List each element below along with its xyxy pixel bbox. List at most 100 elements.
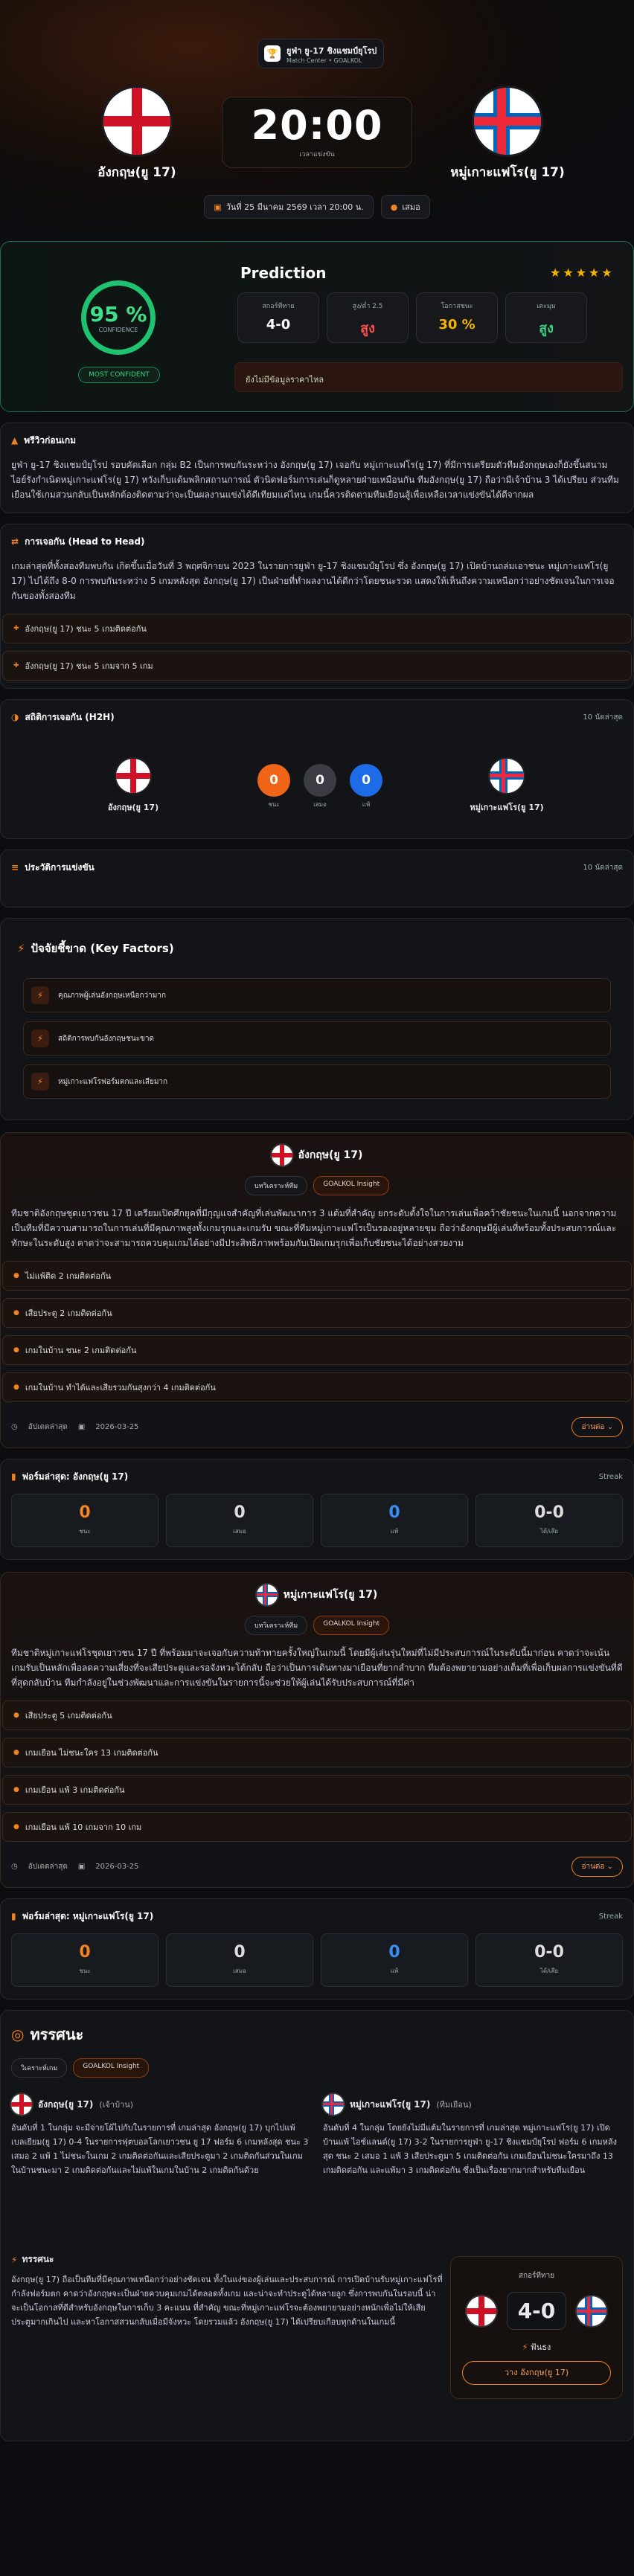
away-insight-item[interactable]: ● เกมเยือน แพ้ 10 เกมจาก 10 เกม bbox=[2, 1812, 632, 1842]
insight-item-label: เกมเยือน ไม่ชนะใคร 13 เกมติดต่อกัน bbox=[25, 1748, 158, 1758]
bullet-icon: ● bbox=[13, 1272, 19, 1279]
away-insight-section: หมู่เกาะแฟโร(ยู 17) บทวิเคราะห์ทีม GOALKO… bbox=[0, 1572, 634, 1888]
history-section[interactable]: ≡ ประวัติการแข่งขัน 10 นัดล่าสุด bbox=[0, 849, 634, 908]
home-insight-item[interactable]: ● เกมในบ้าน ชนะ 2 เกมติดต่อกัน bbox=[2, 1335, 632, 1365]
prediction-title: Prediction bbox=[240, 264, 327, 282]
h2h-note-title: การเจอกัน (Head to Head) bbox=[25, 536, 145, 547]
box-value: สูง bbox=[539, 321, 554, 336]
win-chance-box: โอกาสชนะ 30 % bbox=[416, 292, 498, 343]
form-label: แพ้ bbox=[390, 1968, 399, 1974]
form-label: แพ้ bbox=[390, 1528, 399, 1535]
faroe-flag-icon bbox=[256, 1584, 278, 1605]
box-value: 30 % bbox=[438, 317, 476, 333]
home-analysis: อังกฤษ(ยู 17) (เจ้าบ้าน) อันดับที่ 1 ในกล… bbox=[11, 2094, 311, 2177]
form-value: 0 bbox=[234, 1503, 246, 1522]
key-factors-title: ปัจจัยชี้ขาด (Key Factors) bbox=[31, 942, 174, 955]
key-factors-section: ⚡ ปัจจัยชี้ขาด (Key Factors) ⚡ คุณภาพผู้เล… bbox=[0, 918, 634, 1120]
insight-item-label: เกมในบ้าน ทำได้และเสียรวมกันสุงกว่า 4 เก… bbox=[25, 1383, 216, 1393]
calendar-icon: ▣ bbox=[214, 202, 222, 212]
read-more-button[interactable]: อ่านต่อ ⌄ bbox=[571, 1857, 623, 1877]
bullet-icon: ● bbox=[13, 1712, 19, 1719]
form-label: เสมอ bbox=[233, 1528, 246, 1535]
place-bet-label: วาง อังกฤษ(ยู 17) bbox=[504, 2368, 569, 2377]
form-value: 0 bbox=[388, 1503, 400, 1522]
bullet-icon: ✚ bbox=[13, 625, 19, 632]
away-insight-team: หมู่เกาะแฟโร(ยู 17) bbox=[283, 1589, 378, 1601]
home-insight-team: อังกฤษ(ยู 17) bbox=[298, 1149, 363, 1161]
form-wins: 0 ชนะ bbox=[11, 1494, 158, 1547]
prediction-boxes: สกอร์ทีทาย 4-0 สูง/ต่ำ 2.5 สูง โอกาสชนะ 30 … bbox=[237, 292, 587, 343]
form-losses: 0 แพ้ bbox=[321, 1933, 468, 1987]
insight-item-label: เกมในบ้าน ชนะ 2 เกมติดต่อกัน bbox=[25, 1346, 137, 1355]
league-badge[interactable]: 🏆 ยูฟ่า ยู-17 ชิงแชมป์ยุโรป Match Center… bbox=[257, 39, 384, 68]
league-sub: Match Center • GOALKOL bbox=[286, 57, 362, 64]
kickoff-label: เวลาแข่งขัน bbox=[299, 151, 335, 158]
h2h-stats-section: ◑ สถิติการเจอกัน (H2H) 10 นัดล่าสุด อังกฤษ… bbox=[0, 699, 634, 839]
kickoff-time: 20:00 bbox=[251, 102, 383, 149]
away-analysis-text: อันดับที่ 4 ในกลุ่ม โดยยังไม่มีแต้มในราย… bbox=[323, 2123, 618, 2175]
preview-text: ยูฟ่า ยู-17 ชิงแชมป์ยุโรป รอบคัดเลือก กล… bbox=[11, 460, 619, 500]
form-value: 0 bbox=[79, 1503, 91, 1522]
insight-item-label: เกมเยือน แพ้ 10 เกมจาก 10 เกม bbox=[25, 1822, 142, 1832]
form-goals: 0-0 ได้/เสีย bbox=[476, 1933, 623, 1987]
history-title: ประวัติการแข่งขัน bbox=[25, 861, 95, 873]
odds-note: ยังไม่มีข้อมูลราคาไหล bbox=[234, 362, 623, 392]
h2h-title: สถิติการเจอกัน (H2H) bbox=[25, 711, 115, 722]
home-insight-item[interactable]: ● ไม่แพ้ติด 2 เกมติดต่อกัน bbox=[2, 1261, 632, 1291]
faroe-flag-icon bbox=[490, 759, 524, 793]
form-wins: 0 ชนะ bbox=[11, 1933, 158, 1987]
match-meta: ▣ วันที่ 25 มีนาคม 2569 เวลา 20:00 น. ● เส… bbox=[0, 195, 634, 219]
goalkol-insight-tag: GOALKOL Insight bbox=[73, 2058, 150, 2078]
analysis-tag: วิเคราะห์เกม bbox=[11, 2058, 68, 2078]
bullet-icon: ● bbox=[13, 1309, 19, 1317]
draws-value: 0 bbox=[304, 763, 336, 797]
venue-chip: ● เสมอ bbox=[380, 195, 430, 219]
h2h-item[interactable]: ✚ อังกฤษ(ยู 17) ชนะ 5 เกมจาก 5 เกม bbox=[2, 651, 632, 681]
away-analysis-team: หมู่เกาะแฟโร(ยู 17) bbox=[350, 2098, 431, 2110]
updated-label: อัปเดตล่าสุด bbox=[28, 1423, 68, 1431]
pick-label: ฟันธง bbox=[530, 2342, 551, 2352]
away-analysis: หมู่เกาะแฟโร(ยู 17) (ทีมเยือน) อันดับที่ … bbox=[323, 2094, 623, 2177]
h2h-item[interactable]: ✚ อังกฤษ(ยู 17) ชนะ 5 เกมติดต่อกัน bbox=[2, 614, 632, 643]
home-form-section: ▮ ฟอร์มล่าสุด: อังกฤษ(ยู 17) Streak 0 ชนะ 0… bbox=[0, 1459, 634, 1560]
key-factor-item: ⚡ หมู่เกาะแฟโรฟอร์มตกและเสียมาก bbox=[23, 1064, 611, 1099]
date-chip: ▣ วันที่ 25 มีนาคม 2569 เวลา 20:00 น. bbox=[204, 195, 374, 219]
box-label: สกอร์ทีทาย bbox=[262, 303, 295, 310]
home-team[interactable]: อังกฤษ(ยู 17) bbox=[70, 88, 204, 182]
faroe-flag-icon bbox=[474, 88, 541, 155]
away-insight-item[interactable]: ● เกมเยือน แพ้ 3 เกมติดต่อกัน bbox=[2, 1775, 632, 1805]
updated-label: อัปเดตล่าสุด bbox=[28, 1863, 68, 1871]
form-label: ได้/เสีย bbox=[539, 1968, 559, 1974]
most-confident-badge: MOST CONFIDENT bbox=[78, 367, 160, 383]
bullet-icon: ● bbox=[13, 1749, 19, 1756]
losses-value: 0 bbox=[350, 763, 382, 797]
h2h-wins: 0 ชนะ bbox=[257, 763, 290, 809]
bullet-icon: ● bbox=[13, 1823, 19, 1831]
head-to-head-section: ⇄ การเจอกัน (Head to Head) เกมล่าสุดที่ทั… bbox=[0, 524, 634, 689]
clock-icon: ◷ bbox=[11, 1863, 18, 1871]
h2h-away-name: หมู่เกาะแฟโร(ยู 17) bbox=[470, 803, 544, 812]
analysis-section: ◎ ทรรศนะ วิเคราะห์เกม GOALKOL Insight อังก… bbox=[0, 2010, 634, 2441]
england-flag-icon bbox=[103, 88, 170, 155]
wins-value: 0 bbox=[257, 763, 290, 797]
home-insight-item[interactable]: ● เกมในบ้าน ทำได้และเสียรวมกันสุงกว่า 4 เ… bbox=[2, 1372, 632, 1402]
corners-box: เตะมุม สูง bbox=[505, 292, 587, 343]
away-insight-item[interactable]: ● เสียประตู 5 เกมติดต่อกัน bbox=[2, 1700, 632, 1730]
updated-date: 2026-03-25 bbox=[95, 1423, 139, 1431]
bullet-icon: ● bbox=[13, 1346, 19, 1354]
away-insight-item[interactable]: ● เกมเยือน ไม่ชนะใคร 13 เกมติดต่อกัน bbox=[2, 1738, 632, 1767]
read-more-button[interactable]: อ่านต่อ ⌄ bbox=[571, 1417, 623, 1437]
goalkol-insight-tag: GOALKOL Insight bbox=[313, 1616, 390, 1635]
streak-label: Streak bbox=[598, 1472, 623, 1481]
h2h-icon: ⇄ bbox=[11, 536, 19, 547]
h2h-losses: 0 แพ้ bbox=[350, 763, 382, 809]
predicted-score-box: สกอร์ทีทาย 4-0 bbox=[237, 292, 319, 343]
calendar-icon: ▣ bbox=[77, 1863, 86, 1871]
form-value: 0 bbox=[388, 1943, 400, 1962]
home-insight-item[interactable]: ● เสียประตู 2 เกมติดต่อกัน bbox=[2, 1298, 632, 1328]
updated-date: 2026-03-25 bbox=[95, 1863, 139, 1871]
england-flag-icon bbox=[271, 1145, 292, 1166]
place-bet-button[interactable]: วาง อังกฤษ(ยู 17) bbox=[462, 2361, 611, 2385]
away-team[interactable]: หมู่เกาะแฟโร(ยู 17) bbox=[441, 88, 574, 182]
insight-item-label: เสียประตู 5 เกมติดต่อกัน bbox=[25, 1711, 112, 1721]
